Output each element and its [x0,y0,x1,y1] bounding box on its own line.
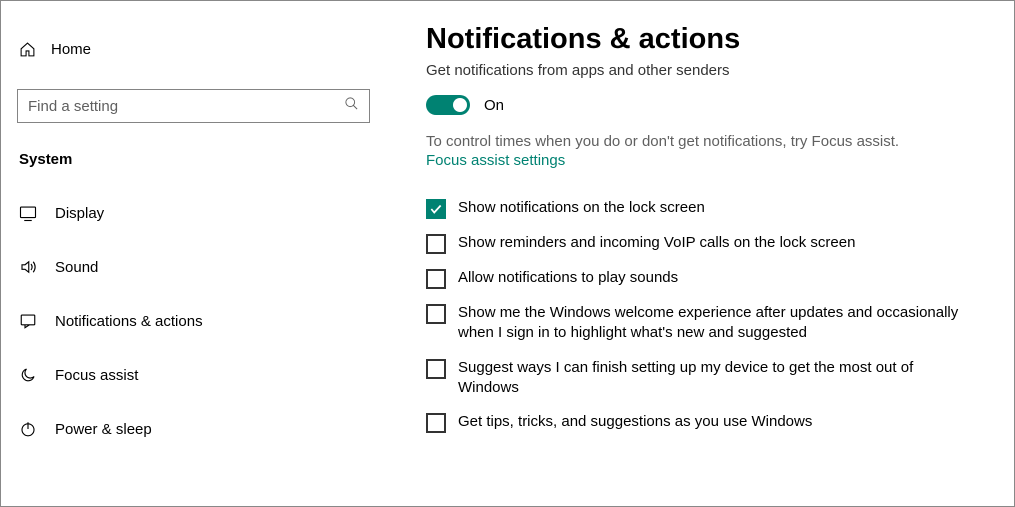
checkbox-label: Allow notifications to play sounds [458,268,678,288]
home-label: Home [51,41,91,58]
moon-icon [19,366,55,384]
sidebar-item-focus-assist[interactable]: Focus assist [1,348,386,402]
checkbox-icon [426,304,446,324]
checkbox-show-reminders[interactable]: Show reminders and incoming VoIP calls o… [426,233,974,254]
sound-icon [19,258,55,276]
checkbox-play-sounds[interactable]: Allow notifications to play sounds [426,268,974,289]
help-text: To control times when you do or don't ge… [426,133,974,150]
sidebar-item-sound[interactable]: Sound [1,240,386,294]
checkbox-suggest-setup[interactable]: Suggest ways I can finish setting up my … [426,358,974,399]
page-title: Notifications & actions [426,23,974,56]
display-icon [19,204,55,222]
notifications-icon [19,312,55,330]
checkbox-label: Show reminders and incoming VoIP calls o… [458,233,855,253]
power-icon [19,420,55,438]
home-nav[interactable]: Home [1,29,386,69]
sidebar-item-label: Display [55,205,104,222]
search-input[interactable] [28,98,344,115]
checkbox-icon [426,359,446,379]
search-icon [344,96,359,116]
sidebar-item-label: Power & sleep [55,421,152,438]
sidebar-item-power-sleep[interactable]: Power & sleep [1,402,386,456]
sidebar-item-notifications[interactable]: Notifications & actions [1,294,386,348]
toggle-knob [453,98,467,112]
sidebar-item-label: Sound [55,259,98,276]
checkbox-label: Show me the Windows welcome experience a… [458,303,974,344]
sidebar-item-label: Notifications & actions [55,313,203,330]
checkbox-label: Suggest ways I can finish setting up my … [458,358,974,399]
sidebar-item-display[interactable]: Display [1,186,386,240]
checkbox-tips-tricks[interactable]: Get tips, tricks, and suggestions as you… [426,412,974,433]
checkbox-icon [426,413,446,433]
checkbox-welcome-experience[interactable]: Show me the Windows welcome experience a… [426,303,974,344]
checkbox-show-lock-screen[interactable]: Show notifications on the lock screen [426,198,974,219]
notifications-toggle-row: On [426,95,974,115]
sidebar-item-label: Focus assist [55,367,138,384]
checkbox-label: Show notifications on the lock screen [458,198,705,218]
focus-assist-link[interactable]: Focus assist settings [426,152,565,169]
checkbox-icon [426,234,446,254]
checkbox-label: Get tips, tricks, and suggestions as you… [458,412,812,432]
home-icon [19,41,51,58]
checkbox-list: Show notifications on the lock screen Sh… [426,198,974,433]
checkbox-icon [426,269,446,289]
notifications-toggle[interactable] [426,95,470,115]
section-header: System [1,141,386,186]
main-content: Notifications & actions Get notification… [386,1,1014,506]
toggle-label: On [484,97,504,114]
sidebar: Home System Display Sound [1,1,386,506]
page-subtitle: Get notifications from apps and other se… [426,62,974,79]
search-box[interactable] [17,89,370,123]
checkbox-icon [426,199,446,219]
